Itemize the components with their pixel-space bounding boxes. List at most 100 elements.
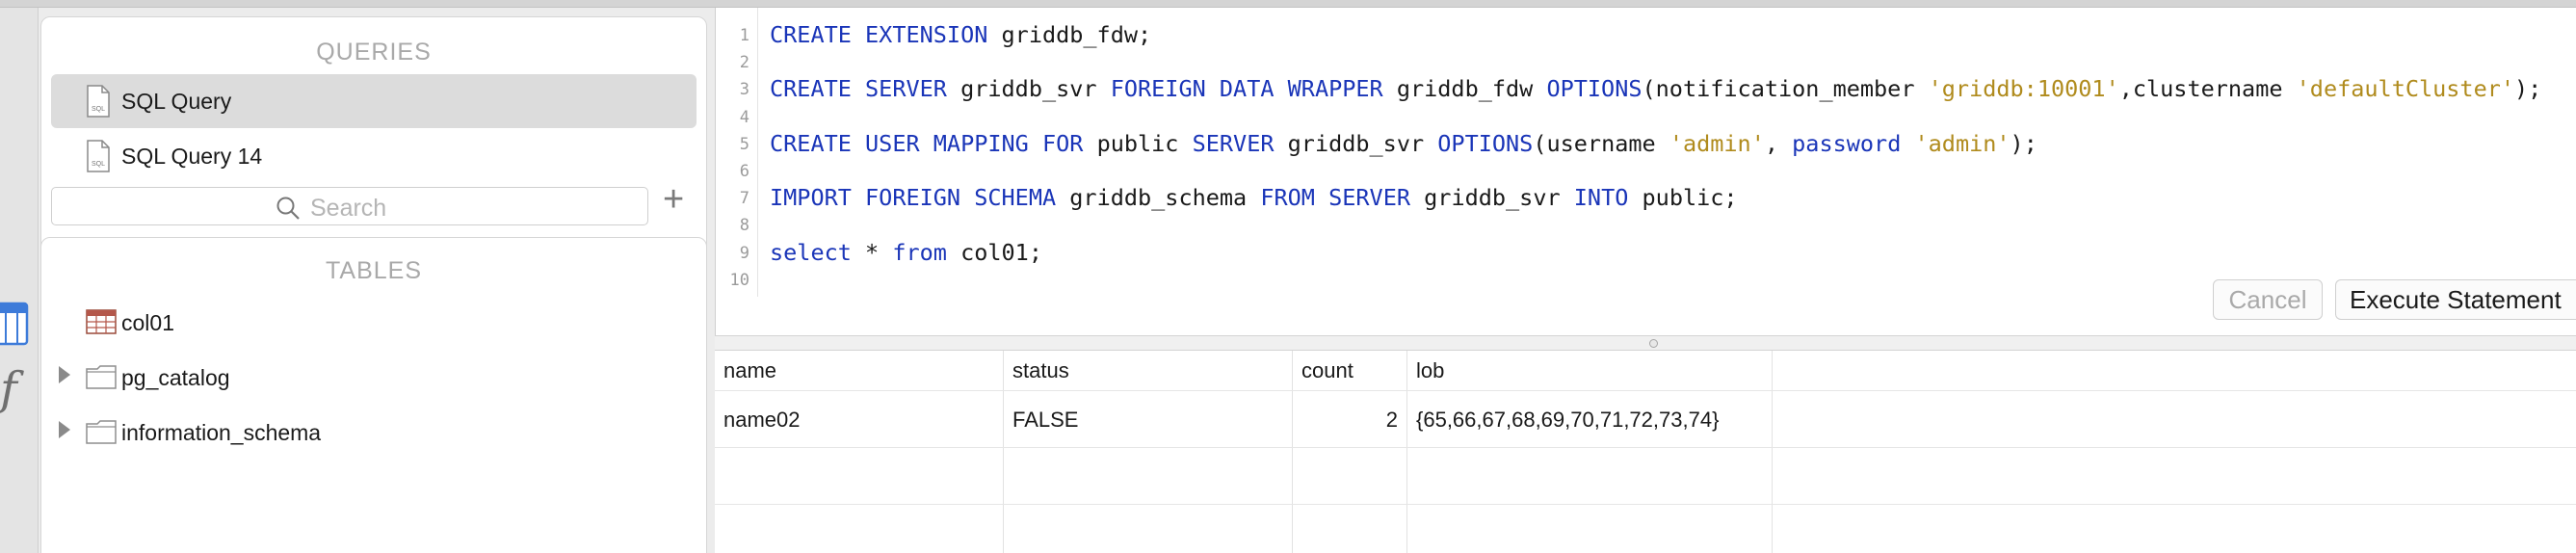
column-header-status[interactable]: status xyxy=(1004,351,1293,390)
sql-text: * xyxy=(851,238,893,266)
sql-string: 'admin' xyxy=(1669,129,1765,157)
table-row-empty xyxy=(715,448,2576,505)
sql-text: griddb_fdw; xyxy=(987,21,1152,48)
sql-text: ,clustername xyxy=(2118,75,2297,103)
code-line[interactable]: CREATE USER MAPPING FOR public SERVER gr… xyxy=(770,130,2037,157)
sql-keyword: CREATE EXTENSION xyxy=(770,21,988,48)
table-row[interactable]: name02 FALSE 2 {65,66,67,68,69,70,71,72,… xyxy=(715,391,2576,448)
query-item-sql-query-14[interactable]: SQL SQL Query 14 xyxy=(51,129,697,183)
sql-keyword: INTO xyxy=(1573,184,1629,212)
empty-cell xyxy=(1407,448,1773,504)
sql-text: griddb_svr xyxy=(1274,129,1438,157)
sql-keyword: FROM SERVER xyxy=(1260,184,1410,212)
line-number: 8 xyxy=(739,216,749,236)
sidebar: QUERIES SQL SQL Query SQL SQL Query 14 S… xyxy=(39,8,713,553)
cell-count[interactable]: 2 xyxy=(1293,391,1407,447)
sql-text: public xyxy=(1083,129,1193,157)
line-number: 10 xyxy=(729,270,749,290)
sql-text: , xyxy=(1764,129,1793,157)
sql-text: col01; xyxy=(946,238,1042,266)
table-item-label: col01 xyxy=(121,310,174,335)
empty-cell xyxy=(1004,505,1293,553)
empty-cell xyxy=(715,448,1004,504)
sql-text: griddb_fdw xyxy=(1382,75,1547,103)
sql-keyword: IMPORT FOREIGN SCHEMA xyxy=(770,184,1057,212)
schema-item-pg-catalog[interactable]: pg_catalog xyxy=(51,353,697,401)
sql-text: griddb_schema xyxy=(1056,184,1261,212)
code-line[interactable]: IMPORT FOREIGN SCHEMA griddb_schema FROM… xyxy=(770,184,1738,211)
sql-keyword: FOREIGN DATA WRAPPER xyxy=(1110,75,1383,103)
line-number: 5 xyxy=(739,134,749,154)
sql-keyword: SERVER xyxy=(1192,129,1275,157)
add-query-button[interactable]: + xyxy=(663,181,684,218)
line-number: 6 xyxy=(739,162,749,181)
sql-keyword: password xyxy=(1792,129,1902,157)
schema-item-information-schema[interactable]: information_schema xyxy=(51,408,697,456)
sql-keyword: OPTIONS xyxy=(1437,129,1534,157)
schema-item-label: information_schema xyxy=(121,420,322,445)
line-number: 2 xyxy=(739,53,749,73)
cell-status[interactable]: FALSE xyxy=(1004,391,1293,447)
sql-string: 'griddb:10001' xyxy=(1928,75,2119,103)
sql-text: (notification_member xyxy=(1642,75,1929,103)
disclosure-triangle-icon[interactable] xyxy=(59,421,70,438)
sql-keyword: from xyxy=(892,238,947,266)
table-item-col01[interactable]: col01 xyxy=(51,298,697,346)
sql-text: ); xyxy=(2010,129,2037,157)
empty-cell xyxy=(715,505,1004,553)
sql-string: 'defaultCluster' xyxy=(2296,75,2515,103)
empty-cell xyxy=(1004,448,1293,504)
svg-text:SQL: SQL xyxy=(92,106,105,113)
query-item-label: SQL Query 14 xyxy=(121,144,263,169)
search-icon xyxy=(276,197,300,220)
code-line[interactable]: CREATE SERVER griddb_svr FOREIGN DATA WR… xyxy=(770,75,2541,102)
table-row-empty xyxy=(715,505,2576,553)
tables-panel: TABLES col01 pg_catalog information_sche… xyxy=(40,237,707,553)
code-line[interactable]: CREATE EXTENSION griddb_fdw; xyxy=(770,21,1151,48)
tables-title: TABLES xyxy=(325,257,423,284)
empty-cell xyxy=(1293,505,1407,553)
tables-view-icon[interactable] xyxy=(0,302,31,346)
line-number-gutter: 1 2 3 4 5 6 7 8 9 10 xyxy=(716,8,758,297)
cell-name[interactable]: name02 xyxy=(715,391,1004,447)
sql-editor[interactable]: 1 2 3 4 5 6 7 8 9 10 CREATE EXTENSION griddb_fdw;… xyxy=(715,8,2576,335)
svg-text:SQL: SQL xyxy=(92,161,105,168)
empty-cell xyxy=(1407,505,1773,553)
disclosure-triangle-icon[interactable] xyxy=(59,366,70,383)
line-number: 3 xyxy=(739,80,749,100)
sql-text: griddb_svr xyxy=(1410,184,1574,212)
resize-grip-icon[interactable] xyxy=(1649,339,1658,348)
sql-text: (username xyxy=(1533,129,1669,157)
line-number: 9 xyxy=(739,243,749,263)
sql-file-icon: SQL xyxy=(87,85,110,118)
execute-statement-button[interactable]: Execute Statement xyxy=(2335,279,2576,320)
queries-panel: QUERIES SQL SQL Query SQL SQL Query 14 S… xyxy=(40,16,707,248)
queries-title: QUERIES xyxy=(316,39,432,66)
search-input[interactable]: Search xyxy=(51,187,648,225)
line-number: 7 xyxy=(739,189,749,209)
sql-keyword: CREATE USER MAPPING FOR xyxy=(770,129,1084,157)
sql-file-icon: SQL xyxy=(87,140,110,172)
folder-icon xyxy=(86,420,117,444)
functions-view-icon[interactable]: ƒ xyxy=(0,366,17,412)
schema-item-label: pg_catalog xyxy=(121,365,230,390)
empty-cell xyxy=(1293,448,1407,504)
results-grid: name status count lob name02 FALSE 2 {65… xyxy=(715,351,2576,553)
sql-keyword: CREATE SERVER xyxy=(770,75,947,103)
sql-string: 'admin' xyxy=(1914,129,2011,157)
sql-text: griddb_svr xyxy=(946,75,1111,103)
cell-lob[interactable]: {65,66,67,68,69,70,71,72,73,74} xyxy=(1407,391,1773,447)
folder-icon xyxy=(86,365,117,389)
code-line[interactable]: select * from col01; xyxy=(770,239,1042,266)
line-number: 1 xyxy=(739,26,749,45)
column-header-name[interactable]: name xyxy=(715,351,1004,390)
column-header-lob[interactable]: lob xyxy=(1407,351,1773,390)
sql-keyword: select xyxy=(770,238,852,266)
query-item-sql-query[interactable]: SQL SQL Query xyxy=(51,74,697,128)
column-header-count[interactable]: count xyxy=(1293,351,1407,390)
cancel-button[interactable]: Cancel xyxy=(2213,279,2323,320)
table-icon xyxy=(86,309,117,334)
left-tool-strip: ƒ xyxy=(0,8,39,553)
split-divider[interactable] xyxy=(715,335,2576,351)
